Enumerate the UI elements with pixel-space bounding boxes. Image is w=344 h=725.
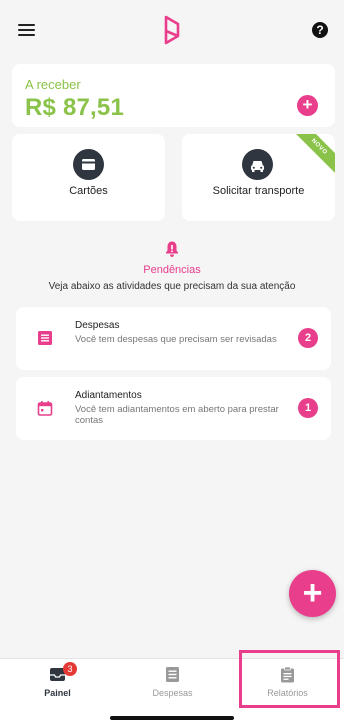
pending-advances-count: 1 [298,398,318,418]
pending-advances-card[interactable]: Adiantamentos Você tem adiantamentos em … [16,377,331,440]
cards-label: Cartões [69,185,108,197]
new-ribbon: NOVO [289,134,335,177]
painel-badge: 3 [63,662,77,676]
pending-expenses-description: Você tem despesas que precisam ser revis… [75,334,277,345]
logo-icon [164,15,180,45]
document-icon [166,667,179,682]
pending-expenses-title: Despesas [75,320,120,331]
balance-card[interactable]: A receber R$ 87,51 + [12,64,335,127]
pending-advances-title: Adiantamentos [75,390,142,401]
receipt-icon [38,331,52,345]
balance-label: A receber [25,77,81,92]
tab-painel-label: Painel [44,688,71,698]
calendar-icon [37,401,53,416]
tab-painel[interactable]: 3 Painel [0,659,115,709]
relatorios-highlight [239,650,340,708]
pendencias-title: Pendências [143,264,201,276]
balance-value: R$ 87,51 [25,94,125,121]
pending-advances-description: Você tem adiantamentos em aberto para pr… [75,404,279,426]
tab-despesas-label: Despesas [152,688,193,698]
car-icon [242,149,273,180]
tab-despesas[interactable]: Despesas [115,659,230,709]
home-indicator [110,716,234,720]
bell-icon [166,241,178,257]
pending-expenses-count: 2 [298,328,318,348]
add-fab-button[interactable]: + [289,570,336,617]
cards-tile[interactable]: Cartões [12,134,165,221]
menu-icon[interactable] [18,24,35,36]
transport-label: Solicitar transporte [212,185,305,197]
pending-expenses-card[interactable]: Despesas Você tem despesas que precisam … [16,307,331,370]
help-icon[interactable]: ? [312,22,328,38]
add-balance-button[interactable]: + [297,95,318,116]
transport-tile[interactable]: Solicitar transporte NOVO [182,134,335,221]
credit-card-icon [73,149,104,180]
app-header: ? [0,0,344,56]
pendencias-subtitle: Veja abaixo as atividades que precisam d… [48,281,296,292]
